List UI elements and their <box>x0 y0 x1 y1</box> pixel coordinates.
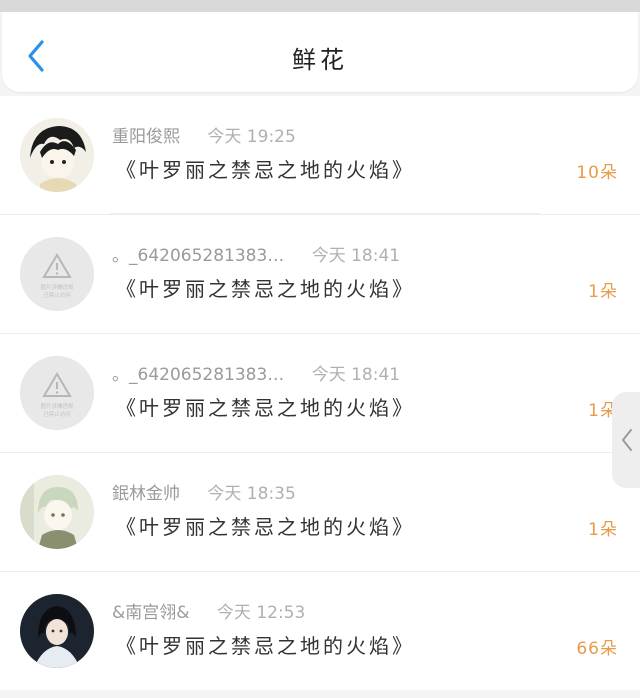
status-strip <box>0 0 640 12</box>
timestamp: 今天 12:53 <box>216 603 306 623</box>
avatar[interactable] <box>20 118 94 192</box>
sender-name[interactable]: 鈱林金帅 <box>112 484 180 504</box>
anime-girl-avatar-icon <box>20 475 94 549</box>
sender-name[interactable]: 。_642065281383… <box>112 246 284 266</box>
item-meta: 重阳俊熙 今天 19:25 <box>112 122 296 147</box>
divider <box>110 213 540 214</box>
list-item[interactable]: 图片涉嫌违规 已禁止访问 。_642065281383… 今天 18:41 《叶… <box>0 334 640 453</box>
timestamp: 今天 18:41 <box>311 365 401 385</box>
sender-name[interactable]: 重阳俊熙 <box>112 127 180 147</box>
book-title[interactable]: 《叶罗丽之禁忌之地的火焰》 <box>116 392 415 421</box>
svg-text:已禁止访问: 已禁止访问 <box>43 410 71 418</box>
sender-name[interactable]: &南宫翎& <box>112 603 190 623</box>
timestamp: 今天 18:35 <box>207 484 296 504</box>
book-title[interactable]: 《叶罗丽之禁忌之地的火焰》 <box>116 273 415 302</box>
chevron-left-icon <box>622 429 632 451</box>
svg-text:已禁止访问: 已禁止访问 <box>43 291 71 299</box>
flower-count: 1朵 <box>588 282 618 302</box>
portrait-avatar-icon <box>20 594 94 668</box>
page-title: 鲜花 <box>292 46 348 74</box>
item-meta: &南宫翎& 今天 12:53 <box>112 598 305 623</box>
flower-count: 66朵 <box>576 639 618 659</box>
book-title[interactable]: 《叶罗丽之禁忌之地的火焰》 <box>116 154 415 183</box>
avatar[interactable]: 图片涉嫌违规 已禁止访问 <box>20 237 94 311</box>
flower-list: 重阳俊熙 今天 19:25 《叶罗丽之禁忌之地的火焰》 10朵 图片涉嫌违规 已… <box>0 96 640 690</box>
timestamp: 今天 18:41 <box>311 246 401 266</box>
list-item[interactable]: 图片涉嫌违规 已禁止访问 。_642065281383… 今天 18:41 《叶… <box>0 215 640 334</box>
flower-count: 1朵 <box>588 520 618 540</box>
flower-count: 10朵 <box>576 163 618 183</box>
svg-text:图片涉嫌违规: 图片涉嫌违规 <box>40 283 74 291</box>
item-meta: 。_642065281383… 今天 18:41 <box>112 360 400 385</box>
book-title[interactable]: 《叶罗丽之禁忌之地的火焰》 <box>116 511 415 540</box>
svg-text:图片涉嫌违规: 图片涉嫌违规 <box>40 402 74 410</box>
nav-bar: 鲜花 <box>2 12 638 92</box>
side-drawer-tab[interactable] <box>612 392 640 488</box>
sender-name[interactable]: 。_642065281383… <box>112 365 284 385</box>
item-meta: 鈱林金帅 今天 18:35 <box>112 479 296 504</box>
list-item[interactable]: 重阳俊熙 今天 19:25 《叶罗丽之禁忌之地的火焰》 10朵 <box>0 96 640 215</box>
list-item[interactable]: 鈱林金帅 今天 18:35 《叶罗丽之禁忌之地的火焰》 1朵 <box>0 453 640 572</box>
list-item[interactable]: &南宫翎& 今天 12:53 《叶罗丽之禁忌之地的火焰》 66朵 <box>0 572 640 690</box>
warning-icon: 图片涉嫌违规 已禁止访问 <box>20 356 94 430</box>
avatar[interactable] <box>20 594 94 668</box>
avatar[interactable]: 图片涉嫌违规 已禁止访问 <box>20 356 94 430</box>
timestamp: 今天 19:25 <box>207 127 296 147</box>
avatar[interactable] <box>20 475 94 549</box>
book-title[interactable]: 《叶罗丽之禁忌之地的火焰》 <box>116 630 415 659</box>
item-meta: 。_642065281383… 今天 18:41 <box>112 241 400 266</box>
anime-boy-avatar-icon <box>20 118 94 192</box>
warning-icon: 图片涉嫌违规 已禁止访问 <box>20 237 94 311</box>
